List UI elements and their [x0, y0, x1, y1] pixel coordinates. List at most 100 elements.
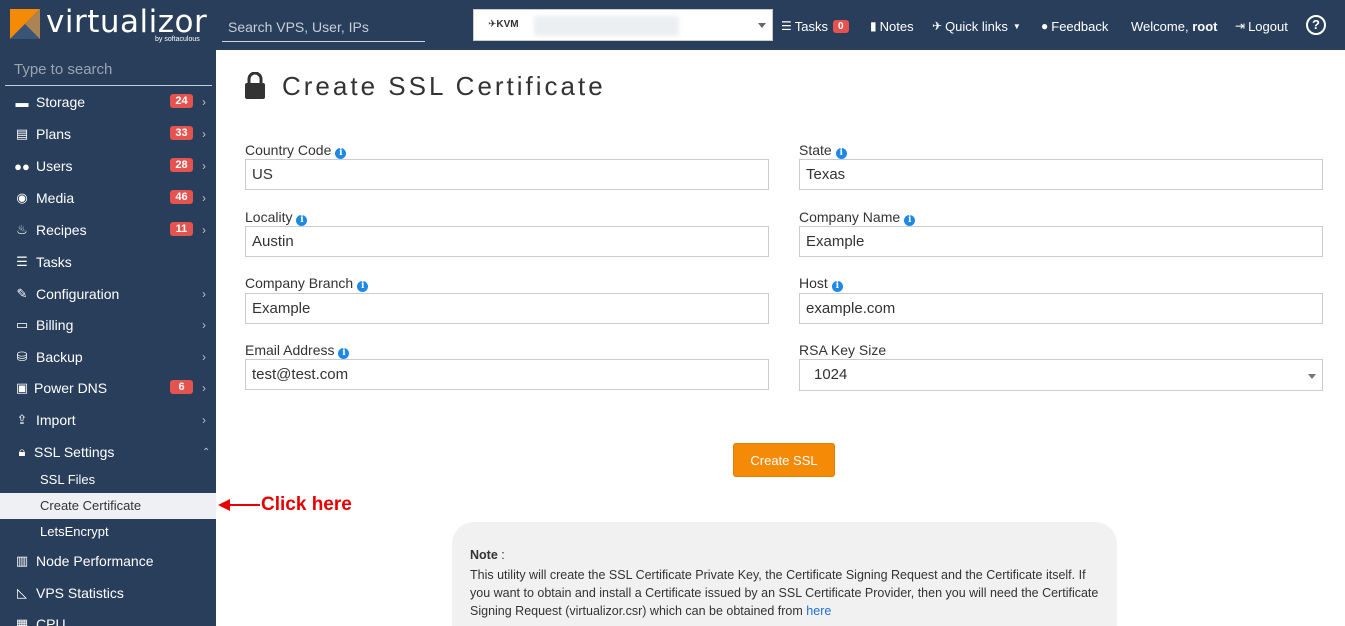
email-address-label: Email Address i — [245, 342, 350, 359]
info-icon[interactable]: i — [904, 215, 916, 226]
sidebar-item-label: Configuration — [36, 286, 120, 302]
sidebar-search-input[interactable]: Type to search — [5, 56, 212, 86]
sidebar-item-power-dns[interactable]: ▣ Power DNS 6 › — [0, 372, 216, 404]
dns-icon: ▣ — [15, 380, 29, 395]
sidebar-item-storage[interactable]: ▬ Storage 24 › — [0, 86, 216, 118]
sidebar-item-label: Billing — [36, 317, 74, 333]
create-ssl-button[interactable]: Create SSL — [733, 443, 835, 477]
info-icon[interactable]: i — [335, 148, 347, 159]
count-badge: 33 — [170, 126, 193, 140]
performance-icon: ▥ — [15, 553, 29, 568]
global-search-input[interactable]: Search VPS, User, IPs — [222, 16, 425, 42]
nav-tasks-label: Tasks — [794, 18, 828, 34]
nav-notes[interactable]: ▮ Notes — [870, 17, 914, 35]
nav-feedback[interactable]: ● Feedback — [1041, 17, 1108, 35]
label-text: Locality — [245, 209, 293, 225]
sidebar-item-label: Users — [36, 158, 73, 174]
sidebar-item-ssl-settings[interactable]: 🔒︎ SSL Settings ⌃ — [0, 436, 216, 468]
sidebar-item-label: Backup — [36, 349, 83, 365]
info-icon[interactable]: i — [296, 215, 308, 226]
chevron-right-icon: › — [202, 191, 206, 205]
email-address-input[interactable]: test@test.com — [245, 359, 769, 390]
count-badge: 46 — [170, 190, 193, 204]
count-badge: 6 — [170, 380, 193, 394]
tasks-icon: ☰ — [16, 254, 28, 269]
comment-icon: ● — [1041, 19, 1049, 33]
lock-icon: 🔒︎ — [18, 444, 26, 459]
country-code-label: Country Code i — [245, 142, 347, 159]
statistics-icon: ◺ — [17, 585, 27, 600]
sidebar-item-backup[interactable]: ⛁ Backup › — [0, 341, 216, 373]
vps-type-label: ✈KVM — [488, 19, 519, 30]
page-title: Create SSL Certificate — [245, 71, 606, 102]
welcome-prefix: Welcome, — [1131, 18, 1189, 34]
state-input[interactable]: Texas — [799, 159, 1323, 190]
company-branch-input[interactable]: Example — [245, 293, 769, 324]
plane-icon: ✈ — [932, 19, 943, 33]
nav-quick-links[interactable]: ✈ Quick links ▼ — [932, 17, 1021, 35]
company-name-label: Company Name i — [799, 209, 916, 226]
help-icon[interactable]: ? — [1306, 15, 1326, 35]
info-icon[interactable]: i — [338, 348, 350, 359]
logo-text: virtualizor — [46, 4, 208, 40]
rsa-key-size-select[interactable]: 1024 — [799, 359, 1323, 391]
count-badge: 28 — [170, 158, 193, 172]
sidebar-item-label: Tasks — [36, 254, 72, 270]
label-text: Host — [799, 275, 828, 291]
chevron-right-icon: › — [202, 223, 206, 237]
sidebar-item-media[interactable]: ◉ Media 46 › — [0, 182, 216, 214]
vps-name-redacted — [534, 16, 679, 36]
label-text: Country Code — [245, 142, 332, 158]
sidebar-item-vps-statistics[interactable]: ◺ VPS Statistics — [0, 577, 216, 609]
sidebar-item-recipes[interactable]: ♨ Recipes 11 › — [0, 214, 216, 246]
sidebar-item-label: Import — [36, 412, 76, 428]
billing-icon: ▭ — [15, 317, 29, 332]
count-badge: 11 — [170, 222, 193, 236]
chevron-right-icon: › — [202, 381, 206, 395]
sidebar-subitem-create-certificate[interactable]: Create Certificate — [0, 493, 216, 519]
sidebar-item-label: CPU — [36, 616, 66, 626]
note-title: Note : — [470, 548, 505, 562]
top-bar: virtualizor by softaculous Search VPS, U… — [0, 0, 1345, 50]
sidebar-item-label: Media — [36, 190, 75, 206]
note-here-link[interactable]: here — [806, 604, 831, 618]
chevron-right-icon: › — [202, 318, 206, 332]
rsa-key-size-value: 1024 — [814, 366, 848, 383]
virtualizor-logo[interactable]: virtualizor by softaculous — [10, 4, 210, 46]
nav-logout[interactable]: ⇥ Logout — [1235, 17, 1288, 35]
company-name-input[interactable]: Example — [799, 226, 1323, 257]
chevron-down-icon — [1308, 374, 1316, 379]
chevron-right-icon: › — [202, 287, 206, 301]
sidebar-item-tasks[interactable]: ☰ Tasks — [0, 246, 216, 278]
info-icon[interactable]: i — [357, 281, 369, 292]
logo-subtitle: by softaculous — [155, 36, 200, 43]
sidebar-item-label: VPS Statistics — [36, 585, 124, 601]
sidebar-item-label: Power DNS — [34, 380, 108, 396]
wrench-icon: ✎ — [16, 286, 28, 301]
host-input[interactable]: example.com — [799, 293, 1323, 324]
sidebar-item-billing[interactable]: ▭ Billing › — [0, 309, 216, 341]
sidebar-item-cpu[interactable]: ▦ CPU — [0, 608, 216, 626]
info-icon[interactable]: i — [835, 148, 847, 159]
sidebar-item-label: Node Performance — [36, 553, 154, 569]
sidebar-item-node-performance[interactable]: ▥ Node Performance — [0, 545, 216, 577]
chevron-down-icon — [758, 23, 766, 28]
chevron-right-icon: › — [202, 350, 206, 364]
note-box: Note : This utility will create the SSL … — [452, 522, 1117, 626]
sidebar-item-import[interactable]: ⇪ Import › — [0, 404, 216, 436]
sidebar-item-configuration[interactable]: ✎ Configuration › — [0, 278, 216, 310]
info-icon[interactable]: i — [831, 281, 843, 292]
sidebar-item-users[interactable]: ●● Users 28 › — [0, 150, 216, 182]
sidebar-subitem-ssl-files[interactable]: SSL Files — [0, 467, 216, 493]
label-text: Email Address — [245, 342, 335, 358]
welcome-username: root — [1192, 18, 1218, 34]
logo-mark-icon — [10, 9, 40, 39]
rsa-key-size-label: RSA Key Size — [799, 342, 887, 358]
sidebar-item-plans[interactable]: ▤ Plans 33 › — [0, 118, 216, 150]
country-code-input[interactable]: US — [245, 159, 769, 190]
sidebar-subitem-letsencrypt[interactable]: LetsEncrypt — [0, 519, 216, 545]
vps-select-dropdown[interactable]: ✈KVM — [473, 9, 773, 41]
label-text: Company Name — [799, 209, 901, 225]
locality-input[interactable]: Austin — [245, 226, 769, 257]
nav-tasks[interactable]: ☰ Tasks 0 — [781, 17, 849, 35]
